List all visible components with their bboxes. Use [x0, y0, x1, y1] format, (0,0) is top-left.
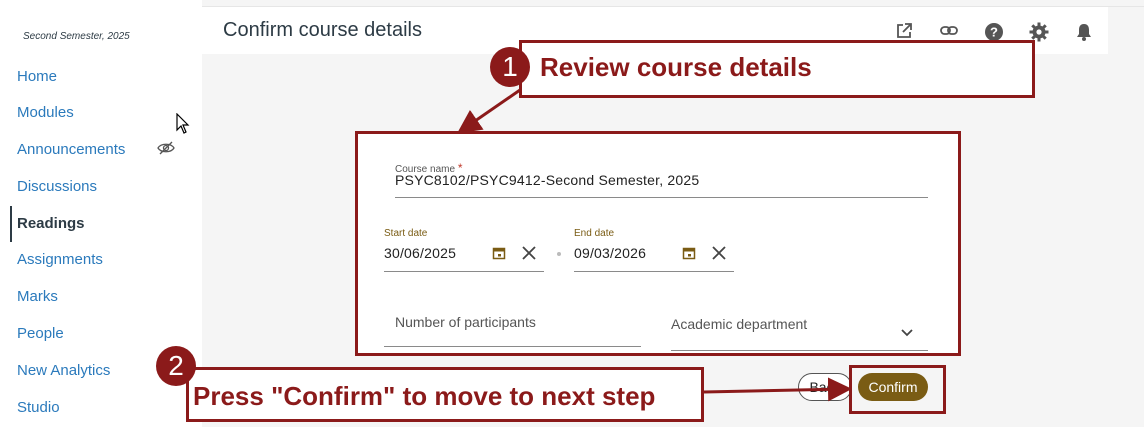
confirm-highlight-box	[849, 365, 946, 414]
step2-number: 2	[156, 346, 196, 386]
step1-number: 1	[490, 47, 530, 87]
form-highlight-box	[355, 131, 961, 356]
step2-text: Press "Confirm" to move to next step	[193, 381, 656, 411]
screenshot-root: Second Semester, 2025 Home Modules Annou…	[0, 0, 1144, 427]
step1-text: Review course details	[540, 52, 812, 82]
